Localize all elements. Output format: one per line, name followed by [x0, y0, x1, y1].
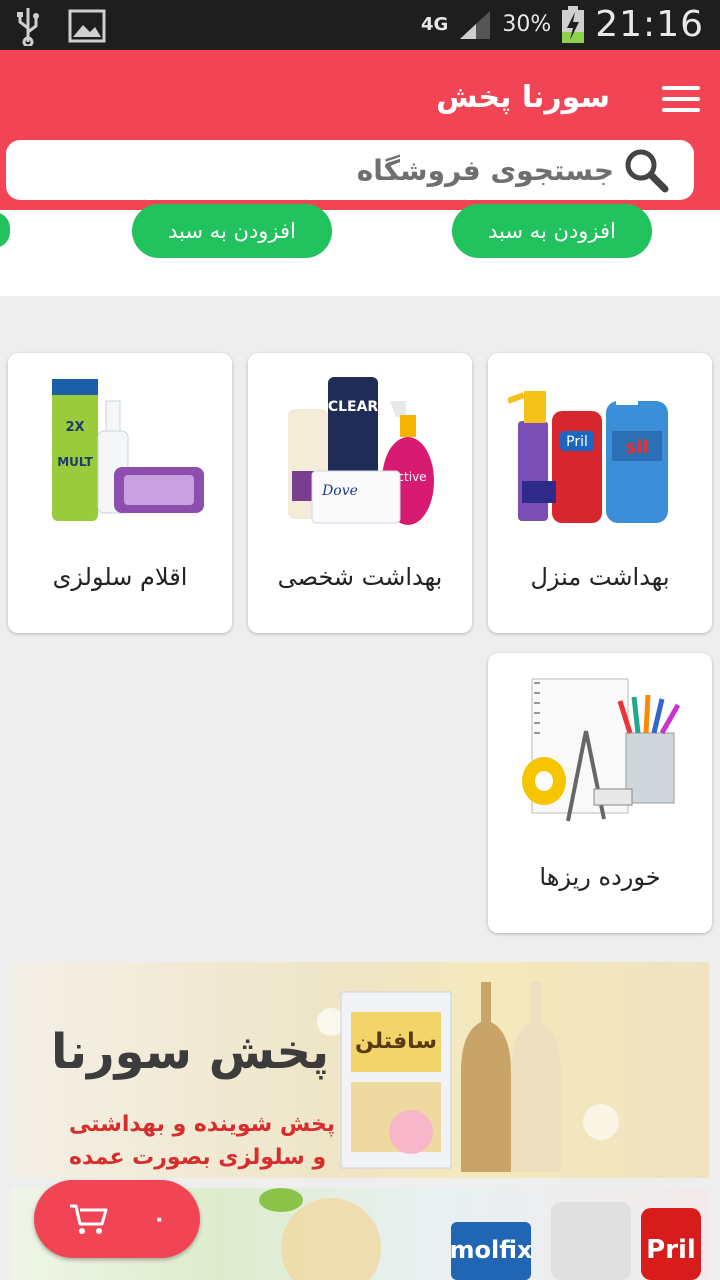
svg-text:Dove: Dove: [321, 483, 358, 499]
network-type: 4G: [421, 13, 449, 35]
add-to-cart-button-partial[interactable]: [0, 212, 10, 248]
usb-icon: [17, 8, 39, 46]
battery-charging-icon: [562, 5, 585, 43]
add-to-cart-button[interactable]: افزودن به سبد: [132, 204, 332, 258]
cellulose-products-icon: 2X MULT: [52, 379, 204, 521]
category-card-stationery[interactable]: خورده ریزها: [488, 653, 712, 933]
category-label: بهداشت شخصی: [277, 563, 443, 591]
stationery-items-icon: [522, 678, 681, 822]
banner-brand: سافتلن: [355, 1029, 437, 1054]
svg-text:Pril: Pril: [566, 434, 588, 450]
promo-banner[interactable]: پخش سورنا پخش شوینده و بهداشتی و سلولزی …: [11, 962, 709, 1178]
add-to-cart-button[interactable]: افزودن به سبد: [452, 204, 652, 258]
search-input[interactable]: [254, 153, 614, 187]
signal-icon: [460, 10, 491, 39]
banner-line1: پخش شوینده و بهداشتی: [69, 1112, 336, 1137]
brand-pril: Pril: [646, 1235, 696, 1265]
brand-molfix: molfix: [450, 1236, 534, 1264]
cart-count: ۰: [152, 1206, 166, 1232]
clock: 21:16: [595, 4, 704, 45]
banner-line2: و سلولزی بصورت عمده: [69, 1145, 327, 1170]
app-title: سورنا پخش: [436, 80, 610, 115]
product-strip: افزودن به سبد افزودن به سبد: [0, 204, 720, 296]
menu-icon[interactable]: [662, 86, 700, 112]
battery-percent: 30%: [502, 12, 552, 37]
svg-text:MULT: MULT: [57, 455, 93, 469]
softener-products-image: سافتلن: [317, 982, 619, 1172]
status-bar: 4G 30% 21:16: [0, 0, 720, 50]
personal-care-products-icon: CLEAR Active Dove: [288, 377, 434, 525]
svg-text:sil: sil: [625, 437, 648, 458]
household-cleaning-products-icon: Pril sil: [508, 389, 668, 523]
cart-button[interactable]: ۰: [34, 1180, 200, 1258]
category-label: اقلام سلولزی: [52, 563, 188, 591]
category-card-personal[interactable]: CLEAR Active Dove بهداشت شخصی: [248, 353, 472, 633]
search-bar[interactable]: [6, 140, 694, 200]
search-icon[interactable]: [622, 146, 670, 194]
svg-text:CLEAR: CLEAR: [328, 399, 379, 415]
image-notification-icon: [68, 9, 106, 43]
category-card-cellulose[interactable]: 2X MULT اقلام سلولزی: [8, 353, 232, 633]
svg-text:2X: 2X: [65, 420, 84, 435]
cart-icon: [70, 1204, 108, 1234]
banner-title: پخش سورنا: [51, 1024, 330, 1080]
category-card-household[interactable]: Pril sil بهداشت منزل: [488, 353, 712, 633]
category-label: خورده ریزها: [539, 863, 661, 891]
category-label: بهداشت منزل: [530, 563, 670, 591]
